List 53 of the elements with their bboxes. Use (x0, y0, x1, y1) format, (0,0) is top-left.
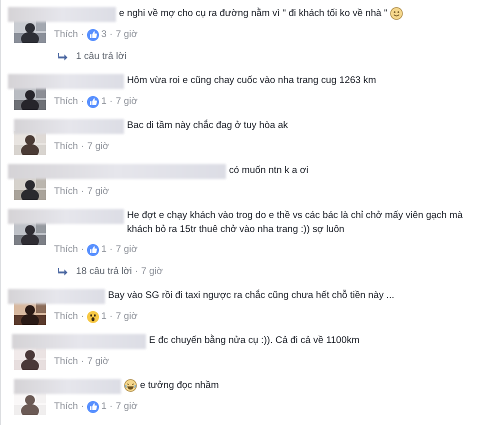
separator-dot: · (81, 310, 84, 324)
reaction-count: 1 (101, 400, 107, 414)
like-reaction-icon (87, 29, 100, 41)
separator-dot: · (81, 354, 84, 369)
comment-time: 7 giờ (87, 140, 109, 154)
comment-text: có muốn ntn k a ơi (229, 164, 308, 178)
separator-dot: · (110, 28, 113, 42)
comment-time: 7 giờ (116, 400, 138, 414)
reaction-count: 1 (101, 242, 107, 257)
comment-text: E đc chuyến bằng nửa cụ :)). Cả đi cả về 1100km (149, 334, 360, 348)
reaction-count: 1 (101, 94, 107, 109)
comment-text: He đợt e chạy khách vào trog do e thề vs các bác là chỉ chở mấy viên gạch mà khách bỏ ra 15tr thuê chở vào nha trang :)) sợ luôn (127, 209, 464, 237)
comment-time: 7 giờ (116, 94, 138, 109)
separator-dot: · (110, 242, 113, 257)
replies-link[interactable]: 18 câu trả lời (76, 264, 132, 280)
comment-text: Hôm vừa roi e cũng chay cuốc vào nha trang cug 1263 km (127, 74, 376, 88)
like-reaction-icon (87, 401, 100, 413)
replies-link[interactable]: 1 câu trả lời (76, 50, 127, 64)
separator-dot: · (134, 266, 138, 277)
comment-text: Bac di tầm này chắc đag ở tuy hòa ak (127, 119, 288, 133)
like-reaction-icon (87, 244, 100, 256)
comment-time: 7 giờ (116, 310, 138, 324)
separator-dot: · (81, 94, 84, 109)
separator-dot: · (81, 400, 84, 414)
like-link[interactable]: Thích (54, 310, 78, 324)
separator-dot: · (81, 140, 84, 154)
comment-time: 7 giờ (87, 184, 109, 199)
like-link[interactable]: Thích (54, 94, 78, 110)
comment-time: 7 giờ (116, 242, 138, 257)
reply-time: 7 giờ (141, 264, 163, 279)
reaction-count: 1 (101, 310, 107, 324)
like-reaction-icon (87, 96, 100, 108)
surprised-face-icon (87, 311, 100, 323)
like-link[interactable]: Thích (54, 184, 78, 200)
like-link[interactable]: Thích (54, 28, 78, 42)
comment-text: Bay vào SG rồi đi taxi ngược ra chắc cũng chưa hết chỗ tiền này ... (108, 289, 394, 303)
reply-arrow-icon (58, 53, 68, 61)
like-link[interactable]: Thích (54, 140, 78, 154)
comment-time: 7 giờ (87, 354, 109, 369)
separator-dot: · (81, 184, 84, 199)
comment-text: e nghi về mợ cho cụ ra đường nằm vì " đi khách tối ko về nhà " (119, 7, 388, 21)
reply-arrow-icon (58, 268, 68, 276)
like-link[interactable]: Thích (54, 354, 78, 370)
separator-dot: · (81, 242, 84, 257)
separator-dot: · (81, 28, 84, 42)
like-link[interactable]: Thích (54, 242, 78, 258)
comment-text: e tưởng đọc nhầm (140, 379, 219, 393)
separator-dot: · (110, 94, 113, 109)
reaction-count: 3 (101, 28, 107, 42)
comment-time: 7 giờ (116, 28, 138, 42)
separator-dot: · (110, 310, 113, 324)
separator-dot: · (110, 400, 113, 414)
like-link[interactable]: Thích (54, 400, 78, 414)
